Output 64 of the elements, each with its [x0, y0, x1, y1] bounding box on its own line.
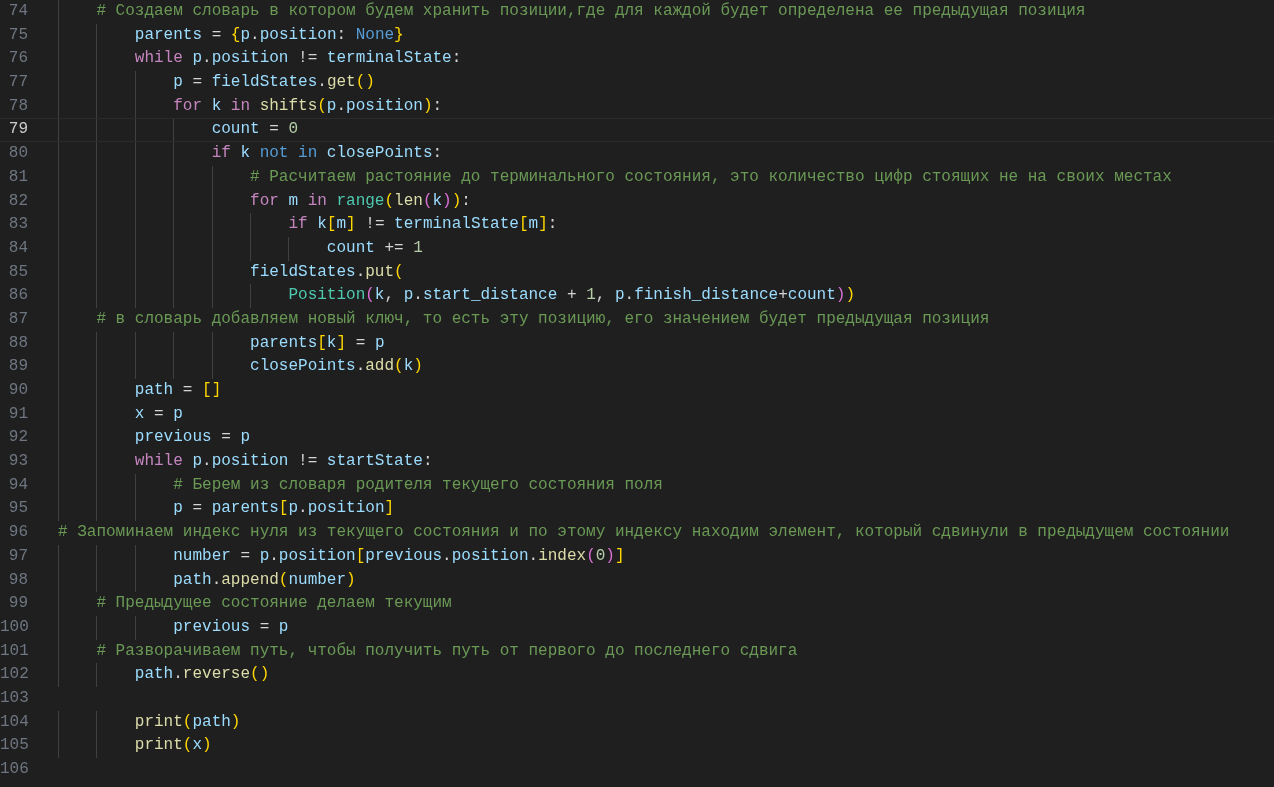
line-number: 78	[7, 95, 28, 117]
line-number: 91	[7, 403, 28, 425]
code-line: closePoints.add(k)	[249, 356, 423, 378]
code-line: parents[k] = p	[249, 332, 385, 354]
line-number: 106	[0, 759, 28, 780]
line-number: 79	[7, 119, 28, 141]
line-number: 103	[0, 687, 28, 709]
code-line: number = p.position[previous.position.index(0)]	[172, 545, 625, 567]
line-number: 99	[7, 593, 28, 615]
line-number: 85	[7, 261, 28, 283]
line-number: 96	[7, 522, 28, 544]
line-number: 95	[7, 498, 28, 520]
code-line: # Расчитаем растояние до терминального состояния, это количество цифр стоящих не на своих местах	[249, 166, 1172, 188]
code-line: fieldStates.put(	[249, 261, 404, 283]
code-line: p = parents[p.position]	[172, 498, 395, 520]
line-number: 100	[0, 616, 28, 638]
line-number: 80	[7, 143, 28, 165]
line-number: 98	[7, 569, 28, 591]
line-number: 87	[7, 308, 28, 330]
line-number: 94	[7, 474, 28, 496]
line-number: 81	[7, 166, 28, 188]
line-number: 74	[7, 1, 28, 22]
line-number: 75	[7, 24, 28, 46]
code-line: for k in shifts(p.position):	[172, 95, 443, 117]
line-number: 101	[0, 640, 28, 662]
code-line: path.reverse()	[133, 664, 270, 686]
line-number: 86	[7, 285, 28, 307]
line-number: 102	[0, 664, 28, 686]
code-line: # Создаем словарь в котором будем хранить позиции,где для каждой будет определена ее предыдущая позиция	[95, 1, 1086, 22]
line-number: 89	[7, 356, 28, 378]
line-number: 90	[7, 380, 28, 401]
code-line: Position(k, p.start_distance + 1, p.finish_distance+count))	[287, 285, 856, 307]
line-number: 76	[7, 48, 28, 70]
code-line: # Запоминаем индекс нуля из текущего состояния и по этому индексу находим элемент, который сдвинули в предыдущем состоянии	[58, 522, 1230, 544]
code-line: for m in range(len(k)):	[249, 190, 471, 212]
code-line: while p.position != terminalState:	[133, 48, 462, 70]
code-line: x = p	[133, 403, 183, 425]
line-number: 83	[7, 214, 28, 236]
line-number: 82	[7, 190, 28, 212]
code-line: print(path)	[133, 711, 241, 733]
code-line: while p.position != startState:	[133, 451, 433, 473]
line-number: 77	[7, 72, 28, 94]
code-line: if k[m] != terminalState[m]:	[287, 214, 558, 236]
line-number: 84	[7, 237, 28, 259]
code-line: p = fieldStates.get()	[172, 72, 375, 94]
line-number: 88	[7, 332, 28, 354]
code-line: if k not in closePoints:	[210, 143, 443, 165]
code-line: # Предыдущее состояние делаем текущим	[95, 593, 452, 615]
code-line: previous = p	[172, 616, 289, 638]
code-line: previous = p	[133, 427, 251, 449]
code-line: # Разворачиваем путь, чтобы получить путь от первого до последнего сдвига	[95, 640, 798, 662]
code-line: # Берем из словаря родителя текущего состояния поля	[172, 474, 663, 496]
code-line: count += 1	[325, 237, 423, 259]
line-number: 92	[7, 427, 28, 449]
line-number: 105	[0, 735, 28, 757]
code-line: print(x)	[133, 735, 212, 757]
code-line: parents = {p.position: None}	[133, 24, 404, 46]
code-line: # в словарь добавляем новый ключ, то есть эту позицию, его значением будет предыдущая позиция	[95, 308, 990, 330]
code-line: path.append(number)	[172, 569, 356, 591]
code-line: count = 0	[210, 119, 299, 141]
code-line: path = []	[133, 380, 222, 401]
line-number: 97	[7, 545, 28, 567]
line-number: 104	[0, 711, 28, 733]
line-number: 93	[7, 451, 28, 473]
